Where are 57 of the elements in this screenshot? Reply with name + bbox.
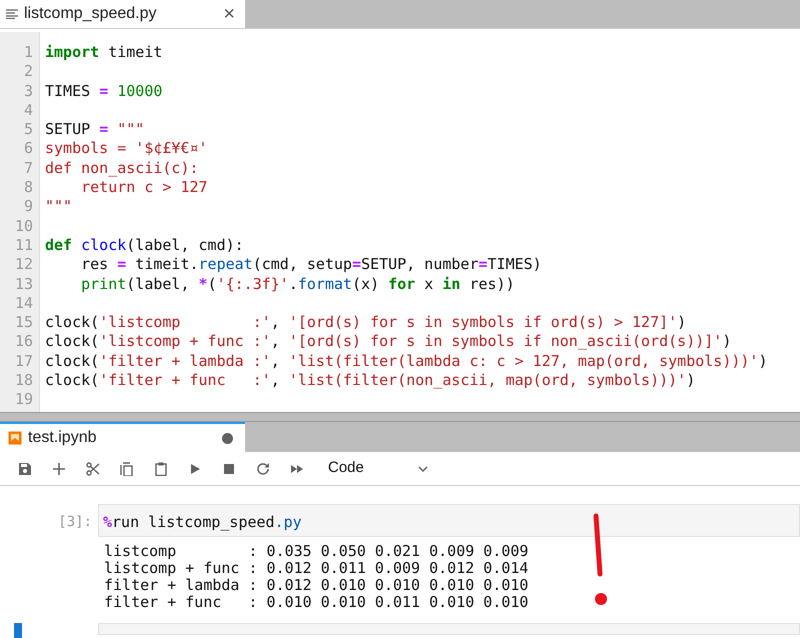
line-number: 19 bbox=[14, 390, 33, 410]
cell-prompt: [3]: bbox=[58, 514, 92, 530]
code-line: clock('filter + func :', 'list(filter(non_ascii, map(ord, symbols)))') bbox=[45, 371, 696, 390]
tab-title: test.ipynb bbox=[28, 428, 98, 448]
line-number: 3 bbox=[24, 82, 33, 101]
notebook-icon bbox=[8, 431, 22, 445]
copy-icon[interactable] bbox=[120, 462, 134, 476]
output-line: filter + func : 0.010 0.010 0.011 0.010 0.010 bbox=[104, 594, 530, 611]
cut-icon[interactable] bbox=[86, 462, 100, 476]
output-line: listcomp : 0.035 0.050 0.021 0.009 0.009 bbox=[104, 543, 530, 560]
line-number: 13 bbox=[14, 274, 33, 294]
line-number: 17 bbox=[14, 352, 33, 372]
code-line: def clock(label, cmd): bbox=[45, 236, 245, 256]
line-number: 14 bbox=[14, 294, 33, 314]
line-number: 11 bbox=[14, 236, 33, 256]
line-number: 1 bbox=[24, 43, 33, 62]
line-number: 6 bbox=[24, 139, 33, 159]
line-number: 8 bbox=[24, 178, 33, 198]
code-line: clock('listcomp + func :', '[ord(s) for s in symbols if non_ascii(ord(s))]') bbox=[45, 332, 732, 352]
add-icon[interactable] bbox=[52, 462, 66, 476]
line-number: 5 bbox=[24, 120, 33, 140]
line-number: 15 bbox=[14, 313, 33, 332]
text-file-icon bbox=[6, 9, 18, 19]
code-line: SETUP = """ bbox=[45, 120, 146, 140]
chevron-icon bbox=[418, 466, 428, 472]
close-icon[interactable]: × bbox=[223, 4, 235, 24]
run-icon[interactable] bbox=[188, 462, 202, 476]
editor-tab[interactable]: listcomp_speed.py × bbox=[0, 0, 245, 28]
line-number: 10 bbox=[14, 216, 33, 236]
code-cell-input[interactable] bbox=[98, 623, 800, 635]
code-line: def non_ascii(c): bbox=[45, 158, 200, 178]
code-line: symbols = '$¢£¥€¤' bbox=[45, 139, 209, 159]
code-line: TIMES = 10000 bbox=[45, 82, 164, 101]
line-number: 9 bbox=[24, 197, 33, 217]
line-number: 7 bbox=[24, 158, 33, 178]
code-line: import timeit bbox=[45, 43, 164, 62]
output-line: filter + lambda : 0.012 0.010 0.010 0.010 0.010 bbox=[104, 577, 530, 594]
code-line: res = timeit.repeat(cmd, setup=SETUP, number=TIMES) bbox=[80, 255, 543, 275]
code-line: """ bbox=[45, 197, 74, 217]
line-number: 4 bbox=[24, 100, 33, 120]
paste-icon[interactable] bbox=[154, 462, 168, 476]
line-number: 2 bbox=[24, 62, 33, 82]
cell-type-dropdown[interactable]: Code bbox=[328, 456, 428, 482]
code-line: return c > 127 bbox=[80, 178, 209, 198]
output-line: listcomp + func : 0.012 0.011 0.009 0.012 0.014 bbox=[104, 560, 530, 577]
save-icon[interactable] bbox=[18, 462, 32, 476]
notebook-tab[interactable]: test.ipynb bbox=[0, 422, 245, 452]
code-cell-input[interactable]: %run listcomp_speed.py bbox=[98, 504, 800, 537]
tab-title: listcomp_speed.py bbox=[24, 4, 158, 24]
code-line: clock('listcomp :', '[ord(s) for s in symbols if ord(s) > 127]') bbox=[45, 313, 688, 332]
line-number: 18 bbox=[14, 371, 33, 390]
stop-icon[interactable] bbox=[222, 462, 236, 476]
line-number: 16 bbox=[14, 332, 33, 352]
code-line: clock('filter + lambda :', 'list(filter(lambda c: c > 127, map(ord, symbols)))') bbox=[45, 352, 768, 372]
line-number: 12 bbox=[14, 255, 33, 275]
restart-icon[interactable] bbox=[256, 462, 270, 476]
code-line: print(label, *('{:.3f}'.format(x) for x in res)) bbox=[80, 274, 516, 294]
